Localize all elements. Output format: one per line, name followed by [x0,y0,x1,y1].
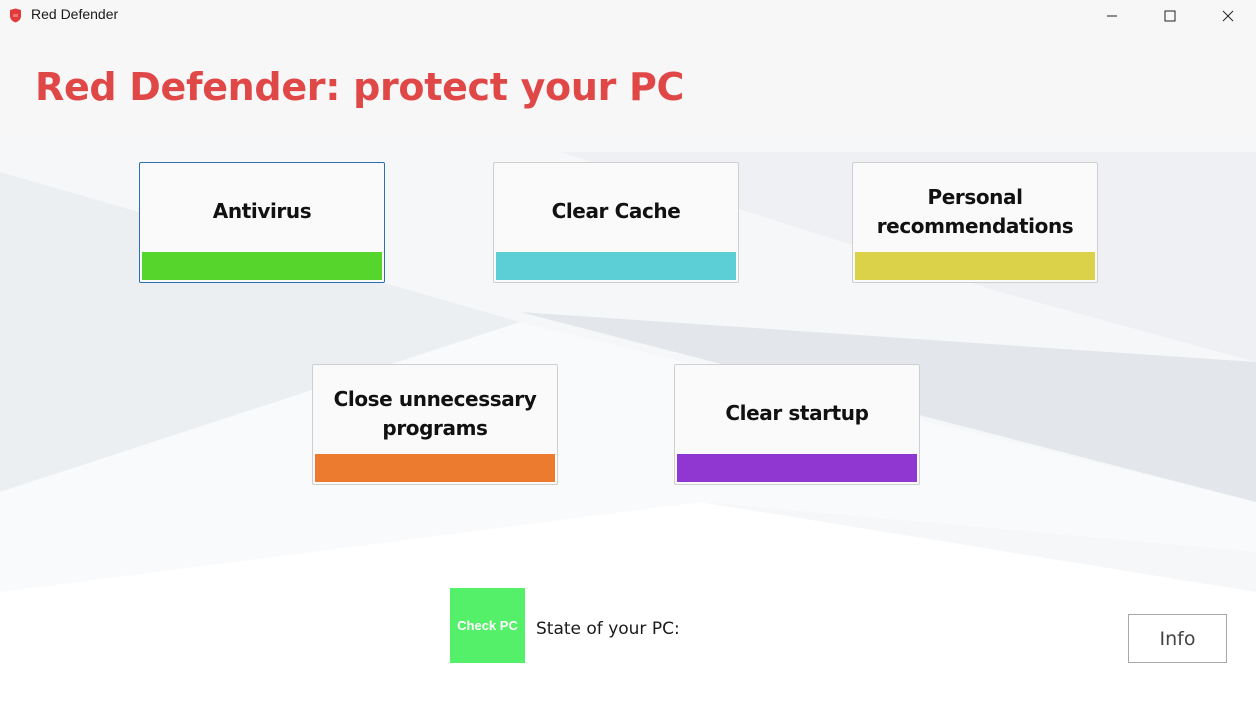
card-label: Personal recommendations [876,184,1074,238]
card-label: Antivirus [212,199,312,223]
clear-startup-card[interactable]: Clear startup [674,364,920,485]
window-title: Red Defender [31,6,119,22]
card-color-bar [496,252,736,280]
pc-state-label: State of your PC: [536,619,680,639]
check-pc-button[interactable]: Check PC [450,588,525,663]
page-title: Red Defender: protect your PC [35,65,685,109]
card-label: Clear startup [725,401,869,425]
card-label: Clear Cache [551,199,681,223]
personal-recommendations-card[interactable]: Personal recommendations [852,162,1098,283]
info-button[interactable]: Info [1128,614,1227,663]
title-bar: Red Defender [0,0,1256,32]
antivirus-card[interactable]: Antivirus [139,162,385,283]
close-icon [1222,10,1234,22]
shield-icon [9,8,22,23]
maximize-icon [1164,10,1176,22]
maximize-button[interactable] [1141,0,1199,32]
card-color-bar [855,252,1095,280]
card-color-bar [677,454,917,482]
clear-cache-card[interactable]: Clear Cache [493,162,739,283]
card-color-bar [315,454,555,482]
minimize-button[interactable] [1083,0,1141,32]
minimize-icon [1106,10,1118,22]
card-label: Close unnecessary programs [333,386,537,440]
close-button[interactable] [1199,0,1256,32]
close-programs-card[interactable]: Close unnecessary programs [312,364,558,485]
card-color-bar [142,252,382,280]
